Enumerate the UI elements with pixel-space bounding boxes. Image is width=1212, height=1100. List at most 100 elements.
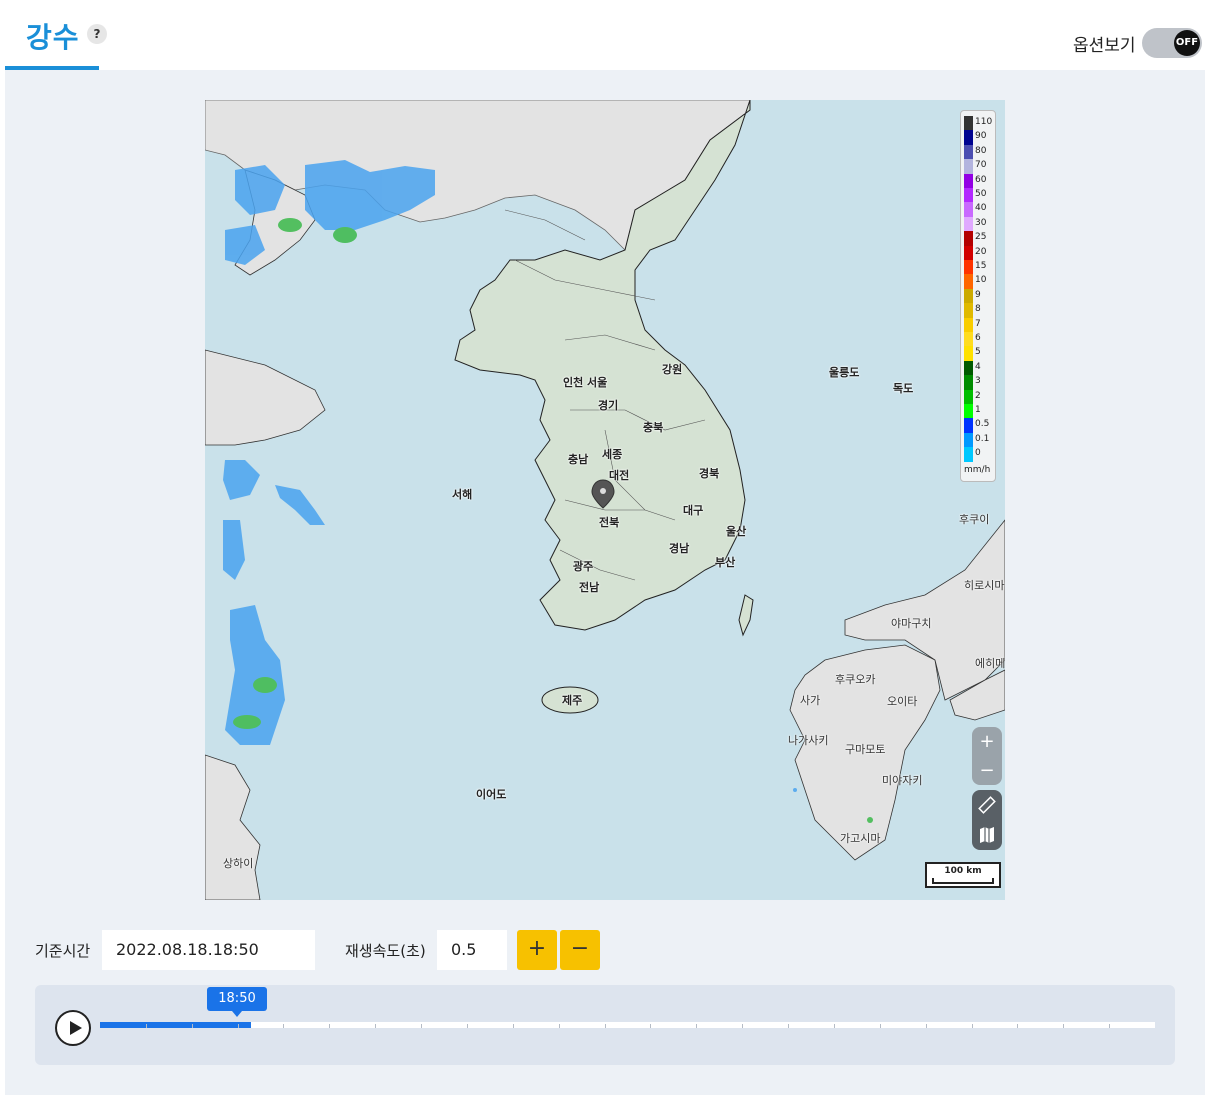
land-tsushima <box>738 594 754 637</box>
legend-step: 30 <box>964 216 994 232</box>
timeline-track[interactable] <box>100 1022 1155 1028</box>
header: 강수 ? 옵션보기 OFF <box>0 0 1212 70</box>
place-yamaguchi: 야마구치 <box>891 617 932 630</box>
land-shandong <box>205 349 326 446</box>
bubble-arrow <box>232 1011 242 1017</box>
legend-step: 8 <box>964 303 994 318</box>
place-incheon: 인천 <box>563 376 584 389</box>
map-icon[interactable] <box>972 820 1002 850</box>
timeline-tick[interactable] <box>512 1024 514 1028</box>
timeline-tick[interactable] <box>925 1024 927 1028</box>
legend-step: 40 <box>964 202 994 217</box>
legend-step: 9 <box>964 288 994 304</box>
ruler-icon[interactable] <box>972 790 1002 820</box>
legend-label: 20 <box>975 246 987 257</box>
place-chungnam: 충남 <box>568 453 589 466</box>
legend-step: 15 <box>964 260 994 275</box>
place-daegu: 대구 <box>683 504 704 517</box>
place-ieodo: 이어도 <box>476 788 507 801</box>
legend-swatch <box>964 375 973 390</box>
timeline-tick[interactable] <box>879 1024 881 1028</box>
timeline-tick[interactable] <box>1017 1024 1019 1028</box>
legend-swatch <box>964 360 973 376</box>
timeline-tick[interactable] <box>375 1024 377 1028</box>
place-oita: 오이타 <box>887 695 918 708</box>
tab-precipitation[interactable]: 강수 ? <box>5 0 107 70</box>
timeline-tick[interactable] <box>329 1024 331 1028</box>
legend-label: 2 <box>975 390 981 401</box>
legend-label: 7 <box>975 318 981 329</box>
timeline-tick[interactable] <box>604 1024 606 1028</box>
zoom-control: + − <box>972 727 1002 785</box>
timeline-tick[interactable] <box>742 1024 744 1028</box>
legend-step: 110 <box>964 116 994 131</box>
timeline-tick[interactable] <box>650 1024 652 1028</box>
legend-label: 110 <box>975 117 993 127</box>
page-title: 강수 <box>26 21 80 54</box>
zoom-out-button[interactable]: − <box>972 756 1002 785</box>
legend-swatch <box>964 130 973 145</box>
play-button[interactable] <box>55 1010 91 1046</box>
timeline-tick[interactable] <box>696 1024 698 1028</box>
legend-swatch <box>964 303 973 318</box>
place-kagoshima: 가고시마 <box>840 832 881 845</box>
help-icon[interactable]: ? <box>87 24 107 44</box>
legend-label: 5 <box>975 347 981 358</box>
timeline-tick[interactable] <box>788 1024 790 1028</box>
timeline-tick[interactable] <box>421 1024 423 1028</box>
legend-step: 80 <box>964 144 994 160</box>
timeline-tick[interactable] <box>145 1024 147 1028</box>
legend-label: 10 <box>975 275 987 286</box>
legend-step: 10 <box>964 274 994 289</box>
timeline-tick[interactable] <box>1063 1024 1065 1028</box>
place-kumamoto: 구마모토 <box>845 743 886 756</box>
legend-label: 1 <box>975 405 981 415</box>
base-time-label: 기준시간 <box>35 942 91 960</box>
legend-label: 40 <box>975 203 987 214</box>
legend-label: 90 <box>975 131 987 142</box>
legend-label: 0 <box>975 448 981 459</box>
legend-swatch <box>964 418 973 433</box>
timeline-tick[interactable] <box>191 1024 193 1028</box>
timeline-tick[interactable] <box>558 1024 560 1028</box>
timeline-tick[interactable] <box>466 1024 468 1028</box>
timeline-tick[interactable] <box>971 1024 973 1028</box>
legend-step: 7 <box>964 317 994 332</box>
legend-label: 9 <box>975 289 981 300</box>
legend-swatch <box>964 144 973 160</box>
option-toggle[interactable]: OFF <box>1142 28 1202 58</box>
legend-unit: mm/h <box>964 465 991 475</box>
radar-map[interactable]: 인천 서울 경기 강원 울릉도 독도 충북 세종 충남 대전 경북 서해 대구 … <box>205 100 1005 900</box>
base-time-input[interactable]: 2022.08.18.18:50 <box>102 930 315 970</box>
place-hiroshima: 히로시마 <box>964 579 1005 592</box>
place-saga: 사가 <box>800 694 821 707</box>
scale-line <box>932 878 994 884</box>
timeline-tick[interactable] <box>237 1024 239 1028</box>
place-busan: 부산 <box>715 556 736 569</box>
legend-step: 25 <box>964 231 994 246</box>
legend-step: 90 <box>964 130 994 145</box>
legend-label: 80 <box>975 145 987 156</box>
precip-legend: 110 90 80 70 60 50 40 30 25 20 15 10 9 8 7 6 5 4 3 2 1 0.5 0.1… <box>960 110 996 482</box>
playback-speed-input[interactable]: 0.5 <box>437 930 507 970</box>
zoom-in-button[interactable]: + <box>972 727 1002 756</box>
scale-bar: 100 km <box>925 862 1001 888</box>
place-jeonnam: 전남 <box>579 581 600 594</box>
legend-swatch <box>964 332 973 347</box>
place-sejong: 세종 <box>602 448 623 461</box>
scale-label: 100 km <box>944 866 982 876</box>
speed-minus-button[interactable]: − <box>560 930 600 970</box>
legend-swatch <box>964 202 973 217</box>
legend-swatch <box>964 159 973 174</box>
timeline-tick[interactable] <box>283 1024 285 1028</box>
timeline: 18:50 <box>35 985 1175 1065</box>
current-time-bubble: 18:50 <box>207 987 267 1011</box>
timeline-tick[interactable] <box>833 1024 835 1028</box>
timeline-tick[interactable] <box>1109 1024 1111 1028</box>
place-gangwon: 강원 <box>662 363 683 376</box>
place-gyeongnam: 경남 <box>669 542 690 555</box>
legend-label: 25 <box>975 232 987 243</box>
place-chungbuk: 충북 <box>643 421 664 434</box>
speed-plus-button[interactable]: + <box>517 930 557 970</box>
play-icon <box>70 1021 82 1035</box>
